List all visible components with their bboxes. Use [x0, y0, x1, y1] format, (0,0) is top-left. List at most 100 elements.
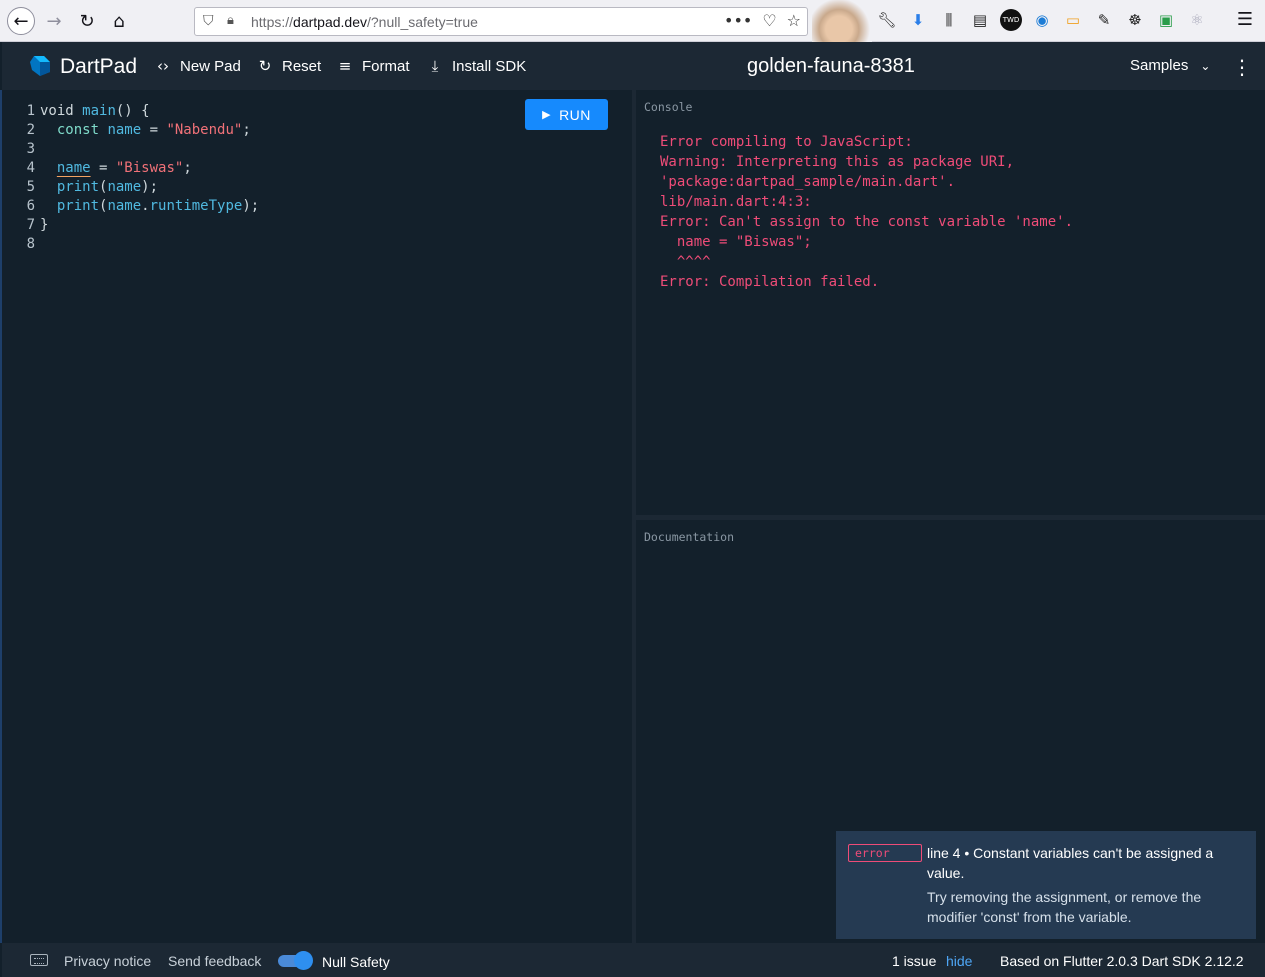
download-icon[interactable]: ⬇: [907, 9, 929, 31]
line-number: 7: [26, 217, 35, 233]
error-token[interactable]: name: [57, 160, 91, 176]
extension-react-icon[interactable]: ⚛: [1186, 9, 1208, 31]
code-token: print: [56, 179, 100, 195]
extension-notes-icon[interactable]: ✎: [1093, 9, 1115, 31]
code-line: 6 print(name.runtimeType);: [2, 197, 260, 216]
new-pad-button[interactable]: ‹› New Pad: [154, 57, 241, 75]
format-button[interactable]: ≡ Format: [336, 57, 410, 75]
code-token: name: [107, 198, 142, 214]
run-button[interactable]: ▶ RUN: [525, 99, 608, 130]
send-feedback-link[interactable]: Send feedback: [168, 953, 261, 969]
code-line: 2 const name = "Nabendu";: [2, 121, 259, 140]
code-line: 5 print(name);: [2, 178, 259, 197]
forward-button[interactable]: →: [40, 7, 68, 35]
pocket-icon[interactable]: ♡: [762, 11, 776, 30]
code-token: void: [40, 103, 83, 119]
issue-message[interactable]: line 4 • Constant variables can't be ass…: [927, 843, 1237, 883]
line-number: 2: [26, 122, 35, 138]
code-token: ;: [183, 160, 192, 176]
reset-button[interactable]: ↻ Reset: [256, 57, 321, 75]
url-path: /?null_safety=true: [366, 14, 478, 30]
code-token: main: [82, 103, 116, 119]
code-token: }: [40, 217, 49, 233]
code-token: runtimeType: [149, 198, 243, 214]
home-button[interactable]: ⌂: [105, 7, 133, 35]
console-label: Console: [644, 100, 693, 114]
back-button[interactable]: ←: [7, 7, 35, 35]
documentation-label: Documentation: [644, 530, 735, 544]
code-token: "Nabendu": [166, 122, 243, 138]
extension-globe-icon[interactable]: ◉: [1031, 9, 1053, 31]
code-area[interactable]: 1 void main() { 2 const name = "Nabendu"…: [2, 102, 260, 254]
issues-count: 1 issue: [892, 953, 937, 969]
extension-github-icon[interactable]: ☸: [1124, 9, 1146, 31]
line-number: 5: [26, 179, 35, 195]
new-pad-label: New Pad: [180, 57, 241, 75]
reload-button[interactable]: ↻: [73, 7, 101, 35]
null-safety-label: Null Safety: [322, 954, 390, 970]
url-prefix: https://: [251, 14, 294, 30]
samples-label: Samples: [1130, 57, 1189, 74]
console-panel: Console Error compiling to JavaScript: W…: [636, 90, 1265, 515]
format-align-icon: ≡: [338, 57, 352, 75]
library-icon[interactable]: ⫼: [938, 9, 960, 31]
code-line: 8: [2, 235, 259, 254]
browser-toolbar: ← → ↻ ⌂ ⛉ 🔒︎ https://dartpad.dev/?null_s…: [0, 0, 1265, 42]
code-token: .: [141, 198, 150, 214]
address-bar[interactable]: ⛉ 🔒︎ https://dartpad.dev/?null_safety=tr…: [194, 7, 808, 36]
code-token: =: [141, 122, 167, 138]
code-token: );: [141, 179, 159, 195]
issue-popup[interactable]: error line 4 • Constant variables can't …: [836, 831, 1256, 939]
more-actions-icon[interactable]: •••: [724, 11, 752, 30]
null-safety-toggle[interactable]: [278, 951, 313, 970]
url-text[interactable]: https://dartpad.dev/?null_safety=true: [251, 14, 478, 30]
reload-icon: ↻: [79, 10, 95, 32]
code-editor[interactable]: 1 void main() { 2 const name = "Nabendu"…: [0, 90, 632, 943]
code-line: 1 void main() {: [2, 102, 259, 121]
chevron-down-icon: ⌄: [1200, 59, 1211, 73]
install-sdk-button[interactable]: ⤓ Install SDK: [426, 57, 527, 75]
line-number: 8: [26, 236, 35, 252]
line-number: 6: [26, 198, 35, 214]
code-brackets-icon: ‹›: [157, 57, 169, 75]
privacy-notice-link[interactable]: Privacy notice: [64, 953, 151, 969]
url-domain: dartpad.dev: [293, 14, 367, 30]
extension-twd-icon[interactable]: TWD: [1000, 9, 1022, 31]
more-vert-icon[interactable]: ⋮: [1232, 55, 1252, 79]
wrench-icon[interactable]: 🔧︎: [876, 9, 898, 31]
toggle-knob: [294, 951, 313, 970]
code-token: ;: [242, 122, 251, 138]
bookmark-star-icon[interactable]: ☆: [787, 11, 801, 30]
code-token: "Biswas": [115, 160, 184, 176]
code-token: );: [242, 198, 260, 214]
line-number: 4: [26, 160, 35, 176]
code-line: 7 }: [2, 216, 259, 235]
format-label: Format: [362, 57, 410, 75]
hide-issues-link[interactable]: hide: [946, 953, 972, 969]
extension-picture-icon[interactable]: ▣: [1155, 9, 1177, 31]
sidebar-icon[interactable]: ▤: [969, 9, 991, 31]
lock-icon[interactable]: 🔒︎: [227, 13, 234, 28]
status-bar: Privacy notice Send feedback Null Safety…: [0, 943, 1265, 977]
samples-dropdown[interactable]: Samples ⌄: [1130, 57, 1210, 74]
code-token: const: [40, 122, 108, 138]
line-number: 1: [26, 103, 35, 119]
pad-name[interactable]: golden-fauna-8381: [747, 55, 915, 78]
extension-screen-icon[interactable]: ▭: [1062, 9, 1084, 31]
app-title: DartPad: [60, 55, 138, 78]
keyboard-icon[interactable]: [30, 954, 48, 966]
console-output: Error compiling to JavaScript: Warning: …: [660, 134, 1074, 290]
code-token: () {: [115, 103, 150, 119]
play-icon: ▶: [542, 108, 552, 121]
shield-icon[interactable]: ⛉: [203, 13, 214, 29]
code-token: name: [107, 122, 142, 138]
issue-fix-suggestion: Try removing the assignment, or remove t…: [927, 889, 1202, 925]
dart-logo-icon: [30, 56, 50, 76]
reset-label: Reset: [282, 57, 322, 75]
sdk-version: Based on Flutter 2.0.3 Dart SDK 2.12.2: [1000, 953, 1244, 969]
code-token: =: [90, 160, 116, 176]
hamburger-menu-icon[interactable]: ☰: [1237, 9, 1253, 30]
code-line: 4 name = "Biswas";: [2, 159, 259, 178]
